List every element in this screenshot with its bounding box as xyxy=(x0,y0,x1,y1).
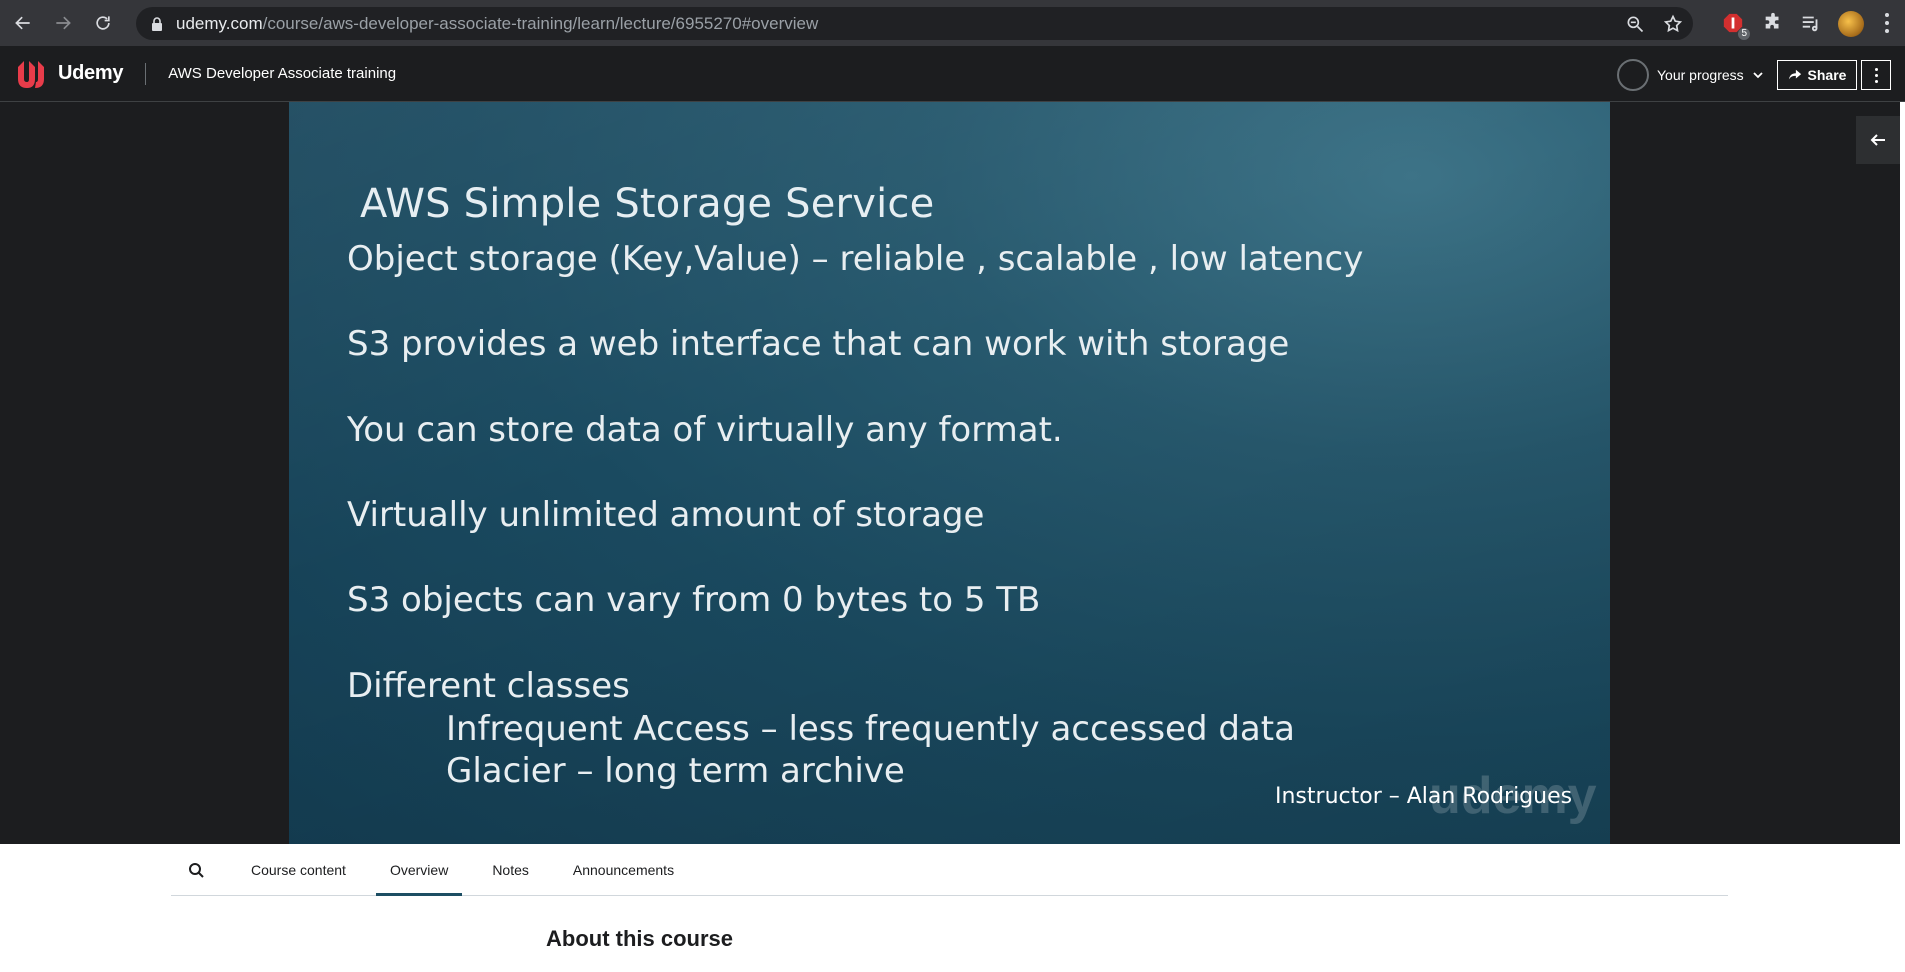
tab-course-content[interactable]: Course content xyxy=(237,844,360,896)
about-course-heading: About this course xyxy=(546,926,734,951)
show-sidebar-button[interactable] xyxy=(1856,116,1900,164)
browser-toolbar: udemy.com/course/aws-developer-associate… xyxy=(0,0,1905,46)
slide-bullet: Virtually unlimited amount of storage xyxy=(347,495,985,535)
zoom-icon[interactable] xyxy=(1625,14,1645,34)
more-options-button[interactable] xyxy=(1861,60,1891,90)
extension-adblock[interactable]: 5 xyxy=(1722,8,1750,40)
profile-avatar[interactable] xyxy=(1838,11,1864,37)
logo-text: Udemy xyxy=(58,62,124,84)
video-player[interactable]: AWS Simple Storage Service Object storag… xyxy=(0,102,1900,844)
progress-label: Your progress xyxy=(1657,67,1744,83)
arrow-right-icon xyxy=(56,16,71,30)
course-header: Udemy AWS Developer Associate training Y… xyxy=(0,46,1905,102)
progress-ring-icon xyxy=(1617,59,1649,91)
slide-bullet: Different classes xyxy=(347,666,630,706)
slide-bullet: You can store data of virtually any form… xyxy=(347,410,1063,450)
udemy-logo-icon xyxy=(18,60,44,88)
course-title[interactable]: AWS Developer Associate training xyxy=(168,65,396,82)
reload-button[interactable] xyxy=(86,6,120,40)
slide-sub-bullet: Glacier – long term archive xyxy=(446,751,905,791)
share-icon xyxy=(1788,69,1801,80)
arrow-left-icon xyxy=(1870,134,1885,146)
slide-bullet: S3 objects can vary from 0 bytes to 5 TB xyxy=(347,580,1041,620)
forward-button[interactable] xyxy=(46,6,80,40)
slide-bullet: Object storage (Key,Value) – reliable , … xyxy=(347,239,1364,279)
lecture-slide: AWS Simple Storage Service Object storag… xyxy=(289,102,1610,844)
tab-overview[interactable]: Overview xyxy=(375,844,463,896)
slide-title: AWS Simple Storage Service xyxy=(360,181,935,227)
lecture-tabs: Course content Overview Notes Announceme… xyxy=(171,844,1728,896)
browser-menu-button[interactable] xyxy=(1884,13,1890,33)
arrow-left-icon xyxy=(15,16,30,30)
lock-icon xyxy=(152,16,162,31)
chevron-down-icon xyxy=(1753,72,1763,79)
url-text: udemy.com/course/aws-developer-associate… xyxy=(176,14,818,34)
search-button[interactable] xyxy=(171,844,221,896)
playlist-icon xyxy=(1802,16,1818,32)
slide-sub-bullet: Infrequent Access – less frequently acce… xyxy=(446,709,1295,749)
slide-bullet: S3 provides a web interface that can wor… xyxy=(347,324,1290,364)
share-label: Share xyxy=(1807,67,1847,83)
omnibox-actions xyxy=(1625,7,1683,40)
tab-announcements[interactable]: Announcements xyxy=(559,844,688,896)
share-button[interactable]: Share xyxy=(1777,60,1857,90)
address-bar[interactable]: udemy.com/course/aws-developer-associate… xyxy=(136,7,1693,40)
reload-icon xyxy=(96,16,110,30)
url-host: udemy.com xyxy=(176,13,263,33)
extension-badge: 5 xyxy=(1738,28,1750,40)
tab-notes[interactable]: Notes xyxy=(478,844,543,896)
bookmark-star-icon[interactable] xyxy=(1663,14,1683,34)
udemy-logo[interactable]: Udemy xyxy=(14,57,124,91)
back-button[interactable] xyxy=(6,6,40,40)
url-path: /course/aws-developer-associate-training… xyxy=(262,13,819,33)
progress-dropdown[interactable]: Your progress xyxy=(1617,58,1764,92)
instructor-credit: Instructor – Alan Rodrigues xyxy=(1275,784,1573,809)
search-icon xyxy=(189,862,204,878)
reading-list-button[interactable] xyxy=(1800,8,1822,38)
extensions-button[interactable] xyxy=(1762,8,1784,38)
puzzle-icon xyxy=(1765,12,1779,29)
header-divider xyxy=(145,62,147,85)
